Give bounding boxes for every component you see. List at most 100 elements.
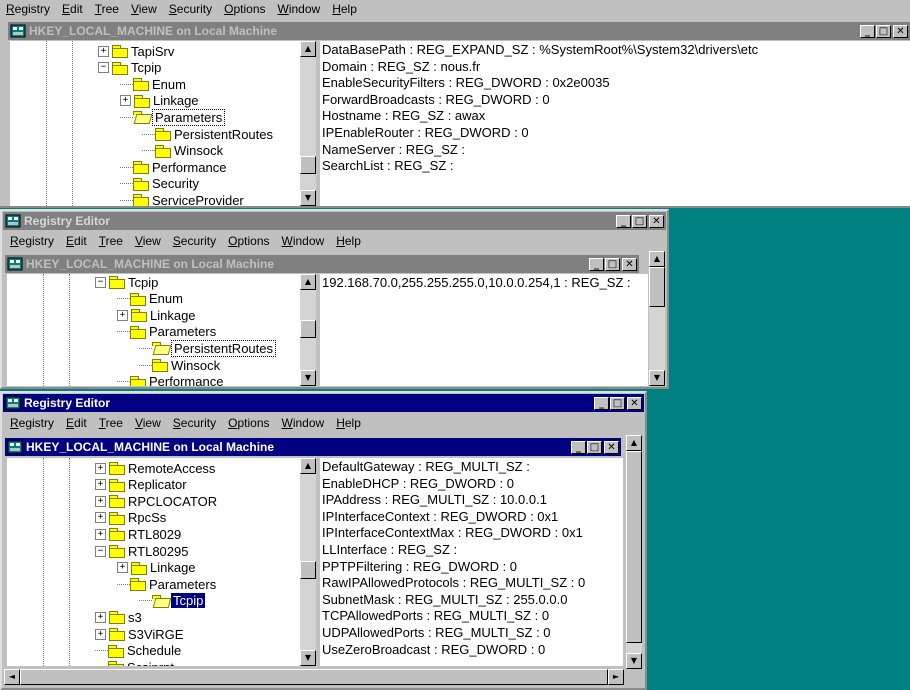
menu-options[interactable]: Options (222, 234, 275, 248)
menu-help[interactable]: Help (326, 2, 363, 16)
tree-node-replicator[interactable]: + Replicator (95, 477, 187, 493)
tree-node-linkage[interactable]: + Linkage (117, 307, 196, 323)
child-window-titlebar[interactable]: HKEY_LOCAL_MACHINE on Local Machine _ □ … (8, 22, 910, 40)
window-scrollbar[interactable]: ▲ ▼ (649, 251, 665, 386)
expand-icon[interactable]: + (95, 495, 106, 507)
menu-registry[interactable]: Registry (4, 234, 60, 248)
collapse-icon[interactable]: − (95, 276, 106, 288)
menu-edit[interactable]: Edit (60, 416, 93, 430)
registry-value[interactable]: UseZeroBroadcast : REG_DWORD : 0 (322, 642, 545, 658)
menu-tree[interactable]: Tree (89, 2, 125, 16)
maximize-button[interactable]: □ (605, 257, 620, 271)
child-window-titlebar[interactable]: HKEY_LOCAL_MACHINE on Local Machine _ □ … (5, 438, 621, 456)
horizontal-scrollbar[interactable]: ◄ ► (4, 669, 624, 685)
registry-value[interactable]: NameServer : REG_SZ : (322, 142, 465, 158)
tree-node-parameters[interactable]: Parameters (117, 576, 216, 592)
scroll-down-button[interactable]: ▼ (649, 370, 665, 386)
menu-security[interactable]: Security (167, 416, 222, 430)
registry-value[interactable]: IPInterfaceContext : REG_DWORD : 0x1 (322, 509, 558, 525)
close-button[interactable]: ✕ (893, 24, 908, 38)
close-button[interactable]: ✕ (627, 396, 642, 410)
maximize-button[interactable]: □ (587, 440, 602, 454)
child-window-titlebar[interactable]: HKEY_LOCAL_MACHINE on Local Machine _ □ … (5, 255, 639, 273)
expand-icon[interactable]: + (95, 479, 106, 491)
menu-tree[interactable]: Tree (93, 416, 129, 430)
tree-node-linkage[interactable]: + Linkage (117, 560, 196, 576)
registry-value[interactable]: IPAddress : REG_MULTI_SZ : 10.0.0.1 (322, 492, 547, 508)
menu-security[interactable]: Security (167, 234, 222, 248)
tree-scrollbar[interactable]: ▲ ▼ (300, 274, 316, 386)
scroll-up-button[interactable]: ▲ (300, 41, 316, 57)
tree-node-winsock[interactable]: Winsock (142, 143, 223, 159)
menu-security[interactable]: Security (163, 2, 218, 16)
expand-icon[interactable]: + (95, 611, 106, 623)
menu-view[interactable]: View (129, 416, 167, 430)
scroll-down-button[interactable]: ▼ (300, 190, 316, 206)
tree-node-serviceprovider[interactable]: ServiceProvider (120, 192, 244, 206)
tree-node-tcpip[interactable]: Tcpip (139, 593, 206, 609)
tree-node-rpcss[interactable]: + RpcSs (95, 510, 166, 526)
menu-edit[interactable]: Edit (56, 2, 89, 16)
tree-node-persistentroutes[interactable]: PersistentRoutes (142, 126, 273, 142)
registry-value[interactable]: Hostname : REG_SZ : awax (322, 108, 485, 124)
registry-value[interactable]: EnableSecurityFilters : REG_DWORD : 0x2e… (322, 75, 610, 91)
tree-node-linkage[interactable]: + Linkage (120, 93, 199, 109)
expand-icon[interactable]: + (98, 45, 109, 57)
scroll-thumb[interactable] (626, 451, 642, 643)
values-pane[interactable]: DefaultGateway : REG_MULTI_SZ : EnableDHC… (320, 458, 623, 666)
scroll-up-button[interactable]: ▲ (300, 274, 316, 290)
menu-options[interactable]: Options (222, 416, 275, 430)
registry-value[interactable]: SearchList : REG_SZ : (322, 158, 454, 174)
registry-value[interactable]: IPInterfaceContextMax : REG_DWORD : 0x1 (322, 525, 583, 541)
maximize-button[interactable]: □ (610, 396, 625, 410)
window-scrollbar[interactable]: ▲ ▼ (626, 435, 642, 669)
minimize-button[interactable]: _ (860, 24, 875, 38)
expand-icon[interactable]: + (120, 95, 131, 107)
menu-view[interactable]: View (129, 234, 167, 248)
menu-registry[interactable]: Registry (0, 2, 56, 16)
expand-icon[interactable]: + (95, 528, 106, 540)
registry-value[interactable]: LLInterface : REG_SZ : (322, 542, 457, 558)
menu-edit[interactable]: Edit (60, 234, 93, 248)
minimize-button[interactable]: _ (589, 257, 604, 271)
window-titlebar[interactable]: Registry Editor _ □ ✕ (3, 394, 644, 412)
tree-node-remoteaccess[interactable]: + RemoteAccess (95, 460, 215, 476)
scroll-up-button[interactable]: ▲ (626, 435, 642, 451)
menu-window[interactable]: Window (272, 2, 327, 16)
scroll-thumb[interactable] (300, 320, 316, 338)
minimize-button[interactable]: _ (594, 396, 609, 410)
menu-help[interactable]: Help (330, 416, 367, 430)
registry-value[interactable]: IPEnableRouter : REG_DWORD : 0 (322, 125, 529, 141)
tree-pane[interactable]: + RemoteAccess + Replicator + RPCLOCATOR + RpcS… (7, 458, 300, 666)
maximize-button[interactable]: □ (876, 24, 891, 38)
tree-node-rtl8029[interactable]: + RTL8029 (95, 526, 181, 542)
menu-window[interactable]: Window (276, 234, 331, 248)
registry-value[interactable]: DefaultGateway : REG_MULTI_SZ : (322, 459, 530, 475)
tree-node-persistentroutes[interactable]: PersistentRoutes (139, 339, 276, 357)
registry-value[interactable]: 192.168.70.0,255.255.255.0,10.0.0.254,1 … (322, 275, 631, 291)
scroll-down-button[interactable]: ▼ (300, 650, 316, 666)
minimize-button[interactable]: _ (616, 214, 631, 228)
tree-node-s3virge[interactable]: + S3ViRGE (95, 626, 183, 642)
tree-pane[interactable]: + TapiSrv − Tcpip Enum + Linkage Parameters Pers… (10, 41, 300, 206)
tree-node-schedule[interactable]: Schedule (95, 643, 181, 659)
tree-node-rpclocator[interactable]: + RPCLOCATOR (95, 493, 217, 509)
scroll-down-button[interactable]: ▼ (626, 653, 642, 669)
menu-options[interactable]: Options (218, 2, 271, 16)
tree-node-enum[interactable]: Enum (117, 291, 183, 307)
tree-scrollbar[interactable]: ▲ ▼ (300, 458, 316, 666)
tree-node-tapisrv[interactable]: + TapiSrv (98, 43, 174, 59)
registry-value[interactable]: TCPAllowedPorts : REG_MULTI_SZ : 0 (322, 608, 549, 624)
tree-pane[interactable]: − Tcpip Enum + Linkage Parameters PersistentRo… (7, 274, 300, 386)
tree-node-winsock[interactable]: Winsock (139, 357, 220, 373)
tree-node-performance[interactable]: Performance (117, 374, 223, 386)
tree-node-parameters[interactable]: Parameters (117, 324, 216, 340)
tree-node-tcpip[interactable]: − Tcpip (95, 274, 158, 290)
menu-window[interactable]: Window (276, 416, 331, 430)
scroll-right-button[interactable]: ► (608, 669, 624, 685)
tree-node-enum[interactable]: Enum (120, 76, 186, 92)
minimize-button[interactable]: _ (571, 440, 586, 454)
collapse-icon[interactable]: − (98, 62, 109, 74)
tree-node-parameters[interactable]: Parameters (120, 108, 226, 126)
menu-view[interactable]: View (125, 2, 163, 16)
